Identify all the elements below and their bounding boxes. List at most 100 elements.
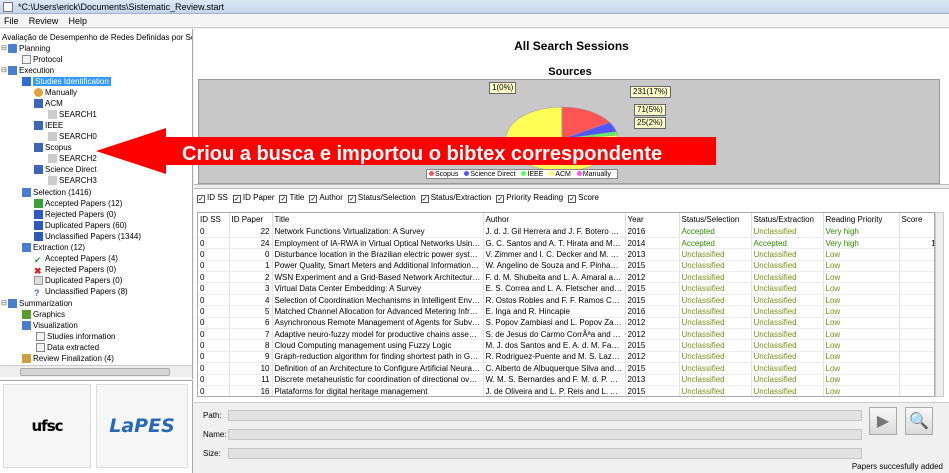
checkbox[interactable]: ✓ [347,195,356,203]
menu-help[interactable]: Help [65,14,92,28]
tree-selection-duplicated[interactable]: Duplicated Papers (60) [34,220,127,231]
table-cell: 16 [229,385,273,396]
checkbox[interactable]: ✓ [232,195,241,203]
table-cell: 0 [198,339,230,352]
expander-icon[interactable]: ⊟ [1,298,7,309]
table-row[interactable]: 0 9 Graph-reduction algorithm for finding … [198,351,934,364]
table-row[interactable]: 0 24 Employment of IA-RWA in Virtual Optic… [198,237,934,250]
column-toggle-3[interactable]: ✓ Author [309,192,343,204]
column-header[interactable]: Title [272,213,484,226]
tree-extraction-unclassified[interactable]: ? Unclassified Papers (8) [34,286,128,298]
tree-ieee[interactable]: IEEE [34,120,63,131]
tree-studies-identification[interactable]: Studies Identification [22,76,111,87]
table-row[interactable]: 0 8 Cloud Computing management using Fuzzy… [198,339,934,352]
table-row[interactable]: 0 10 Definition of an Architecture to Conf… [198,362,934,375]
table-row[interactable]: 0 4 Selection of Coordination Mechanisms i… [198,294,934,307]
table-row[interactable]: 0 2 WSN Experiment and a Grid-Based Networ… [198,271,934,284]
checkbox[interactable]: ✓ [279,195,288,203]
column-header[interactable]: ID Paper [229,213,273,226]
table-row[interactable]: 0 6 Asynchronous Remote Management of Agen… [198,317,934,330]
tree-studies-information[interactable]: Studies information [36,331,115,342]
tree-extraction-rejected[interactable]: ✖ Rejected Papers (0) [34,264,116,276]
column-toggle-1[interactable]: ✓ ID Paper [232,192,274,204]
tree-search0[interactable]: SEARCH0 [48,131,97,142]
tree-scopus[interactable]: Scopus [34,142,72,153]
path-field[interactable] [228,410,862,421]
table-cell: W. Angelino de Souza and F. Pinhabel ... [483,260,626,273]
tree-planning[interactable]: Planning [8,43,50,54]
column-header[interactable]: Reading Priority [823,213,900,226]
table-row[interactable]: 0 3 Virtual Data Center Embedding: A Surve… [198,282,934,295]
tree-root[interactable]: Avaliação de Desempenho de Redes Definid… [2,32,192,43]
expander-icon[interactable]: ⊟ [1,43,7,54]
checkbox[interactable]: ✓ [197,195,205,203]
tree-protocol[interactable]: Protocol [22,54,62,65]
column-header[interactable]: Score [899,213,934,226]
tree-science-direct[interactable]: Science Direct [34,164,97,175]
column-toggle-2[interactable]: ✓ Title [279,192,304,204]
app-icon [3,2,13,12]
table-row[interactable]: 0 16 Plataforms for digital heritage manag… [198,385,934,396]
table-cell: 0 [198,374,230,386]
table-row[interactable]: 0 22 Network Functions Virtualization: A S… [198,226,934,238]
tree-selection-rejected[interactable]: Rejected Papers (0) [34,209,116,220]
table-cell: 2015 [625,339,680,352]
table-cell: V. Zimmer and I. C. Decker and M. N. A..… [483,248,626,261]
duplicate-icon [34,276,43,285]
table-row[interactable]: 0 1 Power Quality, Smart Meters and Additi… [198,260,934,273]
table-cell: Disturbance location in the Brazilian el… [272,248,484,261]
tree-search3[interactable]: SEARCH3 [48,175,97,186]
scrollbar-thumb[interactable] [20,368,170,376]
splitter[interactable] [194,184,949,189]
column-toggle-7[interactable]: ✓ Score [568,192,599,204]
column-toggle-0[interactable]: ✓ ID SS [197,192,228,204]
tree-search2[interactable]: SEARCH2 [48,153,97,164]
play-button[interactable]: ▶ [869,407,897,435]
size-field[interactable] [228,448,862,459]
menu-review[interactable]: Review [25,14,63,28]
name-field[interactable] [228,429,862,440]
ufsc-logo: ufsc [3,384,91,468]
table-cell: 0 [198,351,230,364]
table-row[interactable]: 0 5 Matched Channel Allocation for Advance… [198,305,934,318]
checkbox[interactable]: ✓ [568,195,577,203]
expander-icon[interactable]: ⊟ [1,65,7,76]
column-header[interactable]: Year [625,213,680,226]
table-cell: 2015 [625,260,680,273]
tree-selection[interactable]: Selection (1416) [22,187,91,198]
table-cell: Unclassified [751,362,824,375]
table-row[interactable]: 0 7 Adaptive neuro-fuzzy model for product… [198,328,934,341]
column-header[interactable]: ID SS [198,213,230,226]
search-button[interactable]: 🔍 [905,407,933,435]
table-vertical-scrollbar[interactable] [935,212,944,397]
menu-file[interactable]: File [0,14,23,28]
tree-extraction-duplicated[interactable]: Duplicated Papers (0) [34,275,122,286]
table-cell: Virtual Data Center Embedding: A Survey [272,282,484,295]
tree-extraction-accepted[interactable]: ✔ Accepted Papers (4) [34,253,118,265]
tree-execution[interactable]: Execution [8,65,54,76]
tree-selection-accepted[interactable]: Accepted Papers (12) [34,198,122,209]
checkbox[interactable]: ✓ [309,195,318,203]
column-header[interactable]: Status/Selection [679,213,752,226]
tree-search1[interactable]: SEARCH1 [48,109,97,120]
tree-data-extracted[interactable]: Data extracted [36,342,99,353]
tree-visualization[interactable]: Visualization [22,320,78,331]
tree-extraction[interactable]: Extraction (12) [22,242,85,253]
tree-selection-unclassified[interactable]: Unclassified Papers (1344) [34,231,141,242]
checkbox[interactable]: ✓ [496,195,505,203]
tree-acm[interactable]: ACM [34,98,63,109]
column-toggle-4[interactable]: ✓ Status/Selection [347,192,416,204]
tree-manually[interactable]: Manually [34,87,77,98]
tree-graphics[interactable]: Graphics [22,309,65,320]
tree-horizontal-scrollbar[interactable] [0,365,192,377]
column-toggle-6[interactable]: ✓ Priority Reading [496,192,563,204]
column-header[interactable]: Author [483,213,626,226]
column-header[interactable]: Status/Extraction [751,213,824,226]
tree-review-finalization[interactable]: Review Finalization (4) [22,353,114,364]
table-row[interactable]: 0 0 Disturbance location in the Brazilian … [198,248,934,261]
search-icon: 🔍 [909,413,929,430]
column-toggle-5[interactable]: ✓ Status/Extraction [420,192,491,204]
checkbox[interactable]: ✓ [420,195,429,203]
tree-summarization[interactable]: Summarization [8,298,72,309]
table-row[interactable]: 0 11 Discrete metaheuristic for coordinati… [198,374,934,386]
